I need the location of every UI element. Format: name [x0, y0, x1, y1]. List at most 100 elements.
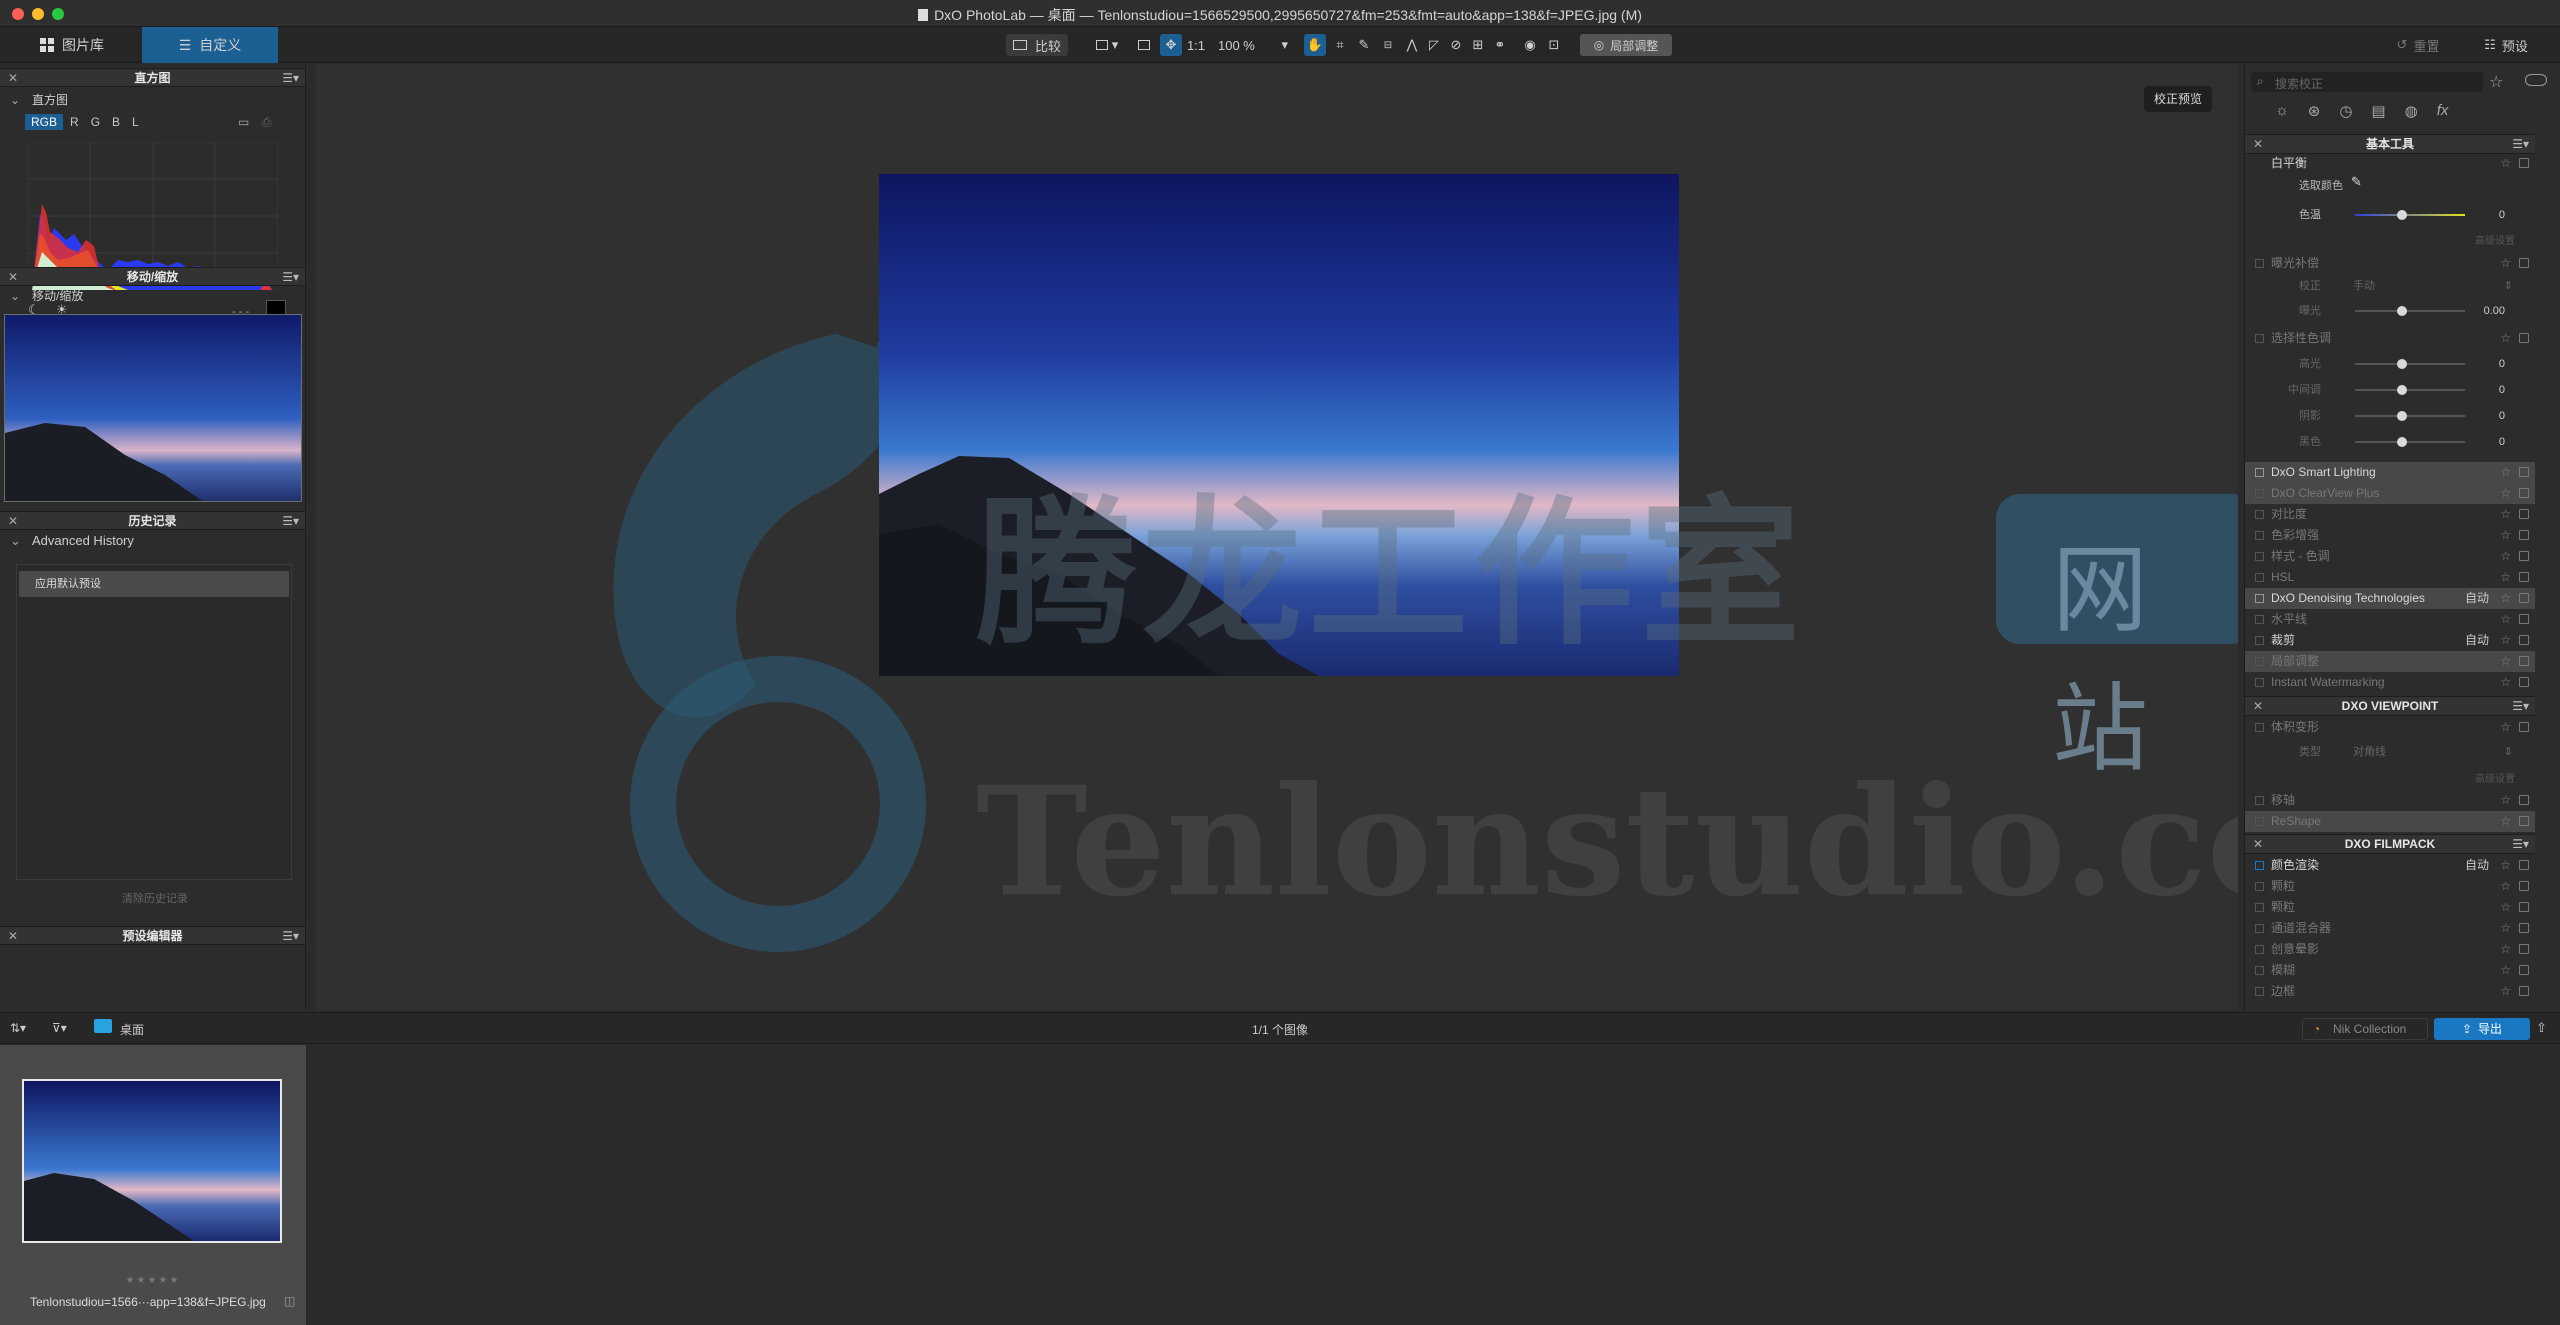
- eyedropper-icon[interactable]: ✎: [2351, 174, 2362, 190]
- grid-overlay-icon[interactable]: ⊞: [1468, 34, 1488, 56]
- temperature-slider[interactable]: 色温 0: [2245, 204, 2535, 226]
- picker-tool-icon[interactable]: ✎: [1354, 34, 1374, 56]
- star-icon[interactable]: ☆: [2500, 855, 2511, 876]
- star-icon[interactable]: ☆: [2500, 328, 2511, 349]
- options-icon[interactable]: [2519, 258, 2529, 268]
- history-subheader[interactable]: ⌄ Advanced History: [0, 532, 305, 550]
- panel-menu-icon[interactable]: ☰▾: [282, 927, 299, 945]
- highlights-slider[interactable]: 高光 0: [2245, 353, 2535, 375]
- shape-tool-icon[interactable]: ◸: [1424, 34, 1444, 56]
- fx-tab-icon[interactable]: fx: [2437, 102, 2449, 120]
- star-icon[interactable]: ☆: [2500, 483, 2511, 504]
- options-icon[interactable]: [2519, 593, 2529, 603]
- shadows-slider[interactable]: 阴影 0: [2245, 405, 2535, 427]
- options-icon[interactable]: [2519, 795, 2529, 805]
- local-adjust-button[interactable]: ◎ 局部调整: [1580, 34, 1672, 56]
- hsl-row[interactable]: HSL ☆: [2245, 567, 2535, 588]
- options-icon[interactable]: [2519, 986, 2529, 996]
- panel-menu-icon[interactable]: ☰▾: [282, 69, 299, 87]
- light-tab-icon[interactable]: ☼: [2275, 102, 2289, 120]
- options-icon[interactable]: [2519, 635, 2529, 645]
- printer-icon[interactable]: ⎙: [262, 115, 272, 130]
- star-icon[interactable]: ☆: [2500, 153, 2511, 174]
- correction-preview-button[interactable]: 校正预览: [2144, 86, 2213, 112]
- correction-select[interactable]: 校正 手动 ⇕: [2245, 275, 2535, 297]
- options-icon[interactable]: [2519, 881, 2529, 891]
- close-icon[interactable]: ✕: [8, 268, 18, 286]
- options-icon[interactable]: [2519, 614, 2529, 624]
- options-icon[interactable]: [2519, 722, 2529, 732]
- smart-lighting-row[interactable]: DxO Smart Lighting ☆: [2245, 462, 2535, 483]
- channel-r[interactable]: R: [65, 114, 84, 130]
- horizon-row[interactable]: 水平线 ☆: [2245, 609, 2535, 630]
- denoising-row[interactable]: DxO Denoising Technologies 自动 ☆: [2245, 588, 2535, 609]
- monitor-icon[interactable]: ▭: [238, 115, 249, 129]
- local-adjust-row[interactable]: 局部调整 ☆: [2245, 651, 2535, 672]
- star-icon[interactable]: ☆: [2500, 672, 2511, 693]
- star-icon[interactable]: ☆: [2500, 717, 2511, 738]
- star-icon[interactable]: ☆: [2500, 897, 2511, 918]
- compare-button[interactable]: 比较: [1006, 34, 1068, 56]
- tab-library[interactable]: 图片库: [24, 27, 142, 63]
- star-icon[interactable]: ☆: [2500, 609, 2511, 630]
- star-icon[interactable]: ☆: [2500, 876, 2511, 897]
- color-render-row[interactable]: 颜色渲染 自动 ☆: [2245, 855, 2535, 876]
- options-icon[interactable]: [2519, 677, 2529, 687]
- toggle-icon[interactable]: [2525, 74, 2547, 86]
- star-icon[interactable]: ☆: [2500, 790, 2511, 811]
- star-icon[interactable]: ☆: [2500, 525, 2511, 546]
- sort-icon[interactable]: ⇅▾: [10, 1021, 26, 1035]
- horizon-tool-icon[interactable]: ⊟: [1376, 34, 1400, 56]
- star-icon[interactable]: ☆: [2500, 630, 2511, 651]
- close-icon[interactable]: ✕: [2253, 697, 2263, 716]
- star-icon[interactable]: ☆: [2500, 588, 2511, 609]
- star-icon[interactable]: ☆: [2500, 811, 2511, 832]
- fine-grain-row[interactable]: 颗粒 ☆: [2245, 897, 2535, 918]
- star-icon[interactable]: ☆: [2500, 651, 2511, 672]
- histogram-subheader[interactable]: ⌄ 直方图: [0, 91, 305, 109]
- close-icon[interactable]: ✕: [8, 927, 18, 945]
- close-icon[interactable]: ✕: [8, 512, 18, 530]
- advanced-settings-link-2[interactable]: 高级设置: [2475, 770, 2515, 785]
- options-icon[interactable]: [2519, 551, 2529, 561]
- contrast-row[interactable]: 对比度 ☆: [2245, 504, 2535, 525]
- options-icon[interactable]: [2519, 902, 2529, 912]
- reshape-row[interactable]: ReShape ☆: [2245, 811, 2535, 832]
- options-icon[interactable]: [2519, 467, 2529, 477]
- type-select[interactable]: 类型 对角线 ⇕: [2245, 741, 2535, 763]
- move-zoom-subheader[interactable]: ⌄ 移动/缩放: [0, 287, 305, 305]
- channel-rgb[interactable]: RGB: [25, 114, 64, 130]
- hand-tool-icon[interactable]: ✋: [1304, 34, 1326, 56]
- options-icon[interactable]: [2519, 656, 2529, 666]
- options-icon[interactable]: [2519, 944, 2529, 954]
- preset-button[interactable]: ☷ 预设: [2474, 34, 2538, 56]
- blacks-slider[interactable]: 黑色 0: [2245, 431, 2535, 453]
- export-button[interactable]: ⇪ 导出: [2434, 1018, 2530, 1040]
- nik-collection-button[interactable]: ◔ Nik Collection: [2302, 1018, 2428, 1040]
- channel-mixer-row[interactable]: 通道混合器 ☆: [2245, 918, 2535, 939]
- filter-icon[interactable]: ⊽▾: [52, 1021, 67, 1035]
- options-icon[interactable]: [2519, 860, 2529, 870]
- shift-row[interactable]: 移轴 ☆: [2245, 790, 2535, 811]
- color-tab-icon[interactable]: ⊛: [2308, 102, 2321, 120]
- crop-tool-icon[interactable]: ⌗: [1330, 34, 1350, 56]
- repair-tool-icon[interactable]: ⊘: [1446, 34, 1466, 56]
- panel-menu-icon[interactable]: ☰▾: [282, 268, 299, 286]
- reset-button[interactable]: ↺ 重置: [2390, 34, 2446, 56]
- exposure-slider[interactable]: 曝光 0.00: [2245, 300, 2535, 322]
- search-input[interactable]: ⌕ 搜索校正: [2251, 72, 2483, 92]
- volume-deform-row[interactable]: 体积变形 ☆: [2245, 717, 2535, 738]
- channel-g[interactable]: G: [86, 114, 105, 130]
- selective-tone-row[interactable]: 选择性色调 ☆: [2245, 328, 2535, 349]
- layout-dropdown[interactable]: ▾: [1090, 34, 1124, 56]
- advanced-settings-link[interactable]: 高级设置: [2475, 232, 2515, 247]
- style-tone-row[interactable]: 样式 - 色调 ☆: [2245, 546, 2535, 567]
- clearview-row[interactable]: DxO ClearView Plus ☆: [2245, 483, 2535, 504]
- white-balance-row[interactable]: 白平衡 ☆: [2245, 153, 2535, 174]
- link-tool-icon[interactable]: ⚭: [1490, 34, 1510, 56]
- filmstrip-item[interactable]: ★★★★★ Tenlonstudiou=1566···app=138&f=JPE…: [0, 1045, 306, 1325]
- options-icon[interactable]: [2519, 509, 2529, 519]
- watermark-row[interactable]: Instant Watermarking ☆: [2245, 672, 2535, 693]
- frame-row[interactable]: 边框 ☆: [2245, 981, 2535, 1002]
- creative-vignette-row[interactable]: 创意晕影 ☆: [2245, 939, 2535, 960]
